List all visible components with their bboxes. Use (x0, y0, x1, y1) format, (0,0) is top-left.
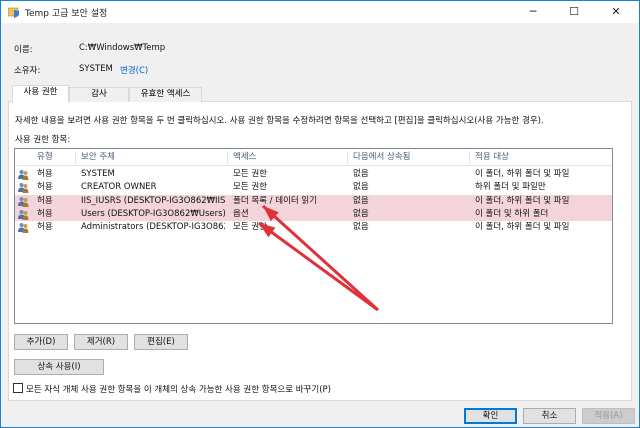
replace-child-permissions-checkbox[interactable] (13, 383, 23, 393)
cell-inherited-from: 없음 (353, 208, 369, 219)
cell-applies-to: 하위 폴더 및 파일만 (475, 182, 546, 193)
cell-type: 허용 (37, 208, 53, 219)
column-header-applies-to[interactable]: 적용 대상 (469, 149, 509, 166)
column-header-type[interactable]: 유형 (31, 149, 53, 166)
remove-button[interactable]: 제거(R) (74, 334, 128, 350)
name-label: 이름: (14, 45, 33, 55)
ok-button[interactable]: 확인 (464, 408, 517, 424)
cell-principal: Administrators (DESKTOP-IG3O862... (81, 222, 225, 233)
edit-button[interactable]: 편집(E) (134, 334, 188, 350)
cell-access: 모든 권한 (233, 169, 267, 179)
cell-applies-to: 이 폴더, 하위 폴더 및 파일 (475, 195, 570, 206)
tab-permissions[interactable]: 사용 권한 (12, 85, 69, 103)
tab-effective-access[interactable]: 유효한 액세스 (129, 87, 202, 102)
cell-type: 허용 (37, 222, 53, 233)
cell-inherited-from: 없음 (353, 222, 369, 233)
list-header: 유형 보안 주체 액세스 다음에서 상속됨 적용 대상 (15, 149, 612, 166)
cell-principal: IIS_IUSRS (DESKTOP-IG3O862₩IIS_... (81, 195, 225, 206)
cell-type: 허용 (37, 195, 53, 206)
cancel-button[interactable]: 취소 (523, 408, 576, 424)
cell-access: 모든 권한 (233, 222, 267, 233)
user-group-icon (18, 209, 29, 220)
dialog-window: Temp 고급 보안 설정 ─ ☐ ✕ 이름: C:₩Windows₩Temp … (0, 0, 640, 428)
user-group-icon (18, 170, 29, 180)
cell-principal: CREATOR OWNER (81, 182, 157, 193)
permission-entries-list[interactable]: 유형 보안 주체 액세스 다음에서 상속됨 적용 대상 허용 SYSTEM 모든 권… (14, 148, 613, 324)
enable-inheritance-button[interactable]: 상속 사용(I) (14, 359, 104, 375)
minimize-button[interactable]: ─ (513, 1, 553, 23)
user-group-icon (18, 196, 29, 207)
add-button[interactable]: 추가(D) (14, 334, 68, 350)
maximize-button[interactable]: ☐ (554, 1, 594, 23)
cell-access: 폴더 목록 / 데이터 읽기 (233, 195, 318, 206)
table-row[interactable]: 허용 IIS_IUSRS (DESKTOP-IG3O862₩IIS_... 폴더 목… (15, 194, 612, 208)
column-header-access[interactable]: 액세스 (227, 149, 256, 166)
cell-principal: SYSTEM (81, 169, 115, 179)
replace-child-permissions-label[interactable]: 모든 자식 개체 사용 권한 항목을 이 개체의 상속 가능한 사용 권한 항목… (26, 383, 331, 395)
cell-inherited-from: 없음 (353, 182, 369, 193)
folder-shield-icon (8, 7, 19, 18)
cell-applies-to: 이 폴더, 하위 폴더 및 파일 (475, 169, 570, 179)
table-row[interactable]: 허용 Administrators (DESKTOP-IG3O862... 모든 권… (15, 221, 612, 234)
title-bar[interactable]: Temp 고급 보안 설정 ─ ☐ ✕ (1, 1, 639, 23)
cell-applies-to: 이 폴더, 하위 폴더 및 파일 (475, 222, 570, 233)
table-row[interactable]: 허용 CREATOR OWNER 모든 권한 없음 하위 폴더 및 파일만 (15, 181, 612, 194)
name-value: C:₩Windows₩Temp (79, 43, 166, 53)
table-row[interactable]: 허용 Users (DESKTOP-IG3O862₩Users) 옵션 없음 이 폴더 … (15, 207, 612, 221)
instructions-text: 자세한 내용을 보려면 사용 권한 항목을 두 번 클릭하십시오. 사용 권한 … (15, 116, 544, 126)
cell-access: 옵션 (233, 208, 249, 219)
entries-label: 사용 권한 항목: (15, 135, 71, 145)
cell-inherited-from: 없음 (353, 169, 369, 179)
cell-access: 모든 권한 (233, 182, 267, 193)
close-button[interactable]: ✕ (596, 1, 636, 23)
owner-value: SYSTEM (79, 64, 113, 74)
cell-principal: Users (DESKTOP-IG3O862₩Users) (81, 208, 225, 219)
cell-type: 허용 (37, 182, 53, 193)
cell-inherited-from: 없음 (353, 195, 369, 206)
apply-button[interactable]: 적용(A) (582, 408, 635, 424)
window-title: Temp 고급 보안 설정 (25, 9, 108, 19)
owner-label: 소유자: (14, 66, 41, 76)
user-group-icon (18, 223, 29, 234)
change-owner-link[interactable]: 변경(C) (120, 64, 148, 76)
cell-applies-to: 이 폴더 및 하위 폴더 (475, 208, 549, 219)
column-header-inherited-from[interactable]: 다음에서 상속됨 (347, 149, 410, 166)
table-row[interactable]: 허용 SYSTEM 모든 권한 없음 이 폴더, 하위 폴더 및 파일 (15, 168, 612, 181)
user-group-icon (18, 183, 29, 194)
cell-type: 허용 (37, 169, 53, 179)
column-header-principal[interactable]: 보안 주체 (75, 149, 115, 166)
tab-auditing[interactable]: 감사 (69, 87, 129, 102)
